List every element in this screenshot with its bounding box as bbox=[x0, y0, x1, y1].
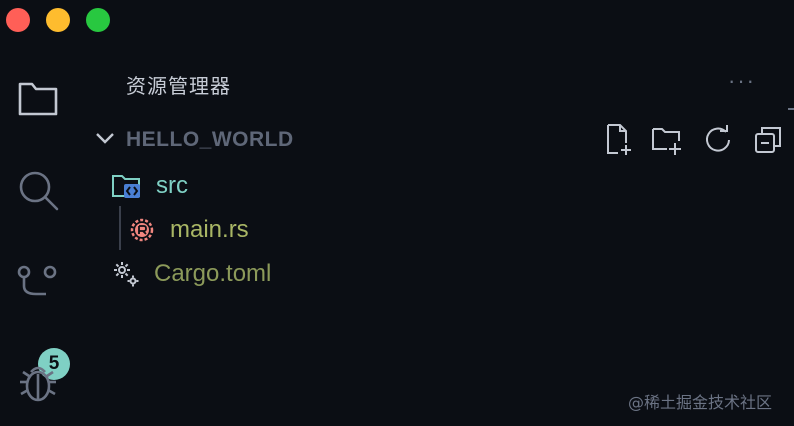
tree-item-src[interactable]: src bbox=[112, 168, 188, 204]
watermark: @稀土掘金技术社区 bbox=[628, 393, 773, 412]
folder-icon bbox=[18, 82, 58, 116]
collapse-all-button[interactable] bbox=[750, 122, 786, 158]
refresh-button[interactable] bbox=[700, 122, 736, 158]
source-control-activity-button[interactable] bbox=[14, 260, 62, 308]
explorer-activity-button[interactable] bbox=[14, 74, 62, 122]
panel-edge-mark bbox=[788, 108, 794, 110]
tree-item-label: src bbox=[156, 172, 188, 199]
workspace-section-header[interactable]: HELLO_WORLD bbox=[94, 124, 294, 156]
window-controls bbox=[6, 8, 110, 32]
chevron-down-icon bbox=[94, 130, 116, 151]
more-actions-button[interactable]: ··· bbox=[728, 68, 756, 94]
indent-guide bbox=[119, 206, 121, 250]
search-activity-button[interactable] bbox=[14, 166, 62, 214]
new-folder-icon bbox=[652, 128, 681, 155]
close-window-button[interactable] bbox=[6, 8, 30, 32]
tree-item-label: Cargo.toml bbox=[154, 260, 272, 287]
tree-item-main-rs[interactable]: main.rs bbox=[128, 212, 249, 248]
workspace-title: HELLO_WORLD bbox=[126, 128, 294, 151]
explorer-toolbar bbox=[600, 122, 786, 158]
tree-item-label: main.rs bbox=[170, 216, 249, 243]
bug-icon bbox=[20, 366, 56, 402]
src-folder-icon bbox=[112, 175, 140, 198]
minimize-window-button[interactable] bbox=[46, 8, 70, 32]
activity-bar: 5 bbox=[0, 60, 78, 426]
search-icon bbox=[19, 171, 59, 211]
rust-file-icon bbox=[130, 218, 154, 242]
new-file-button[interactable] bbox=[600, 122, 636, 158]
collapse-all-icon bbox=[755, 127, 781, 153]
tree-item-cargo-toml[interactable]: Cargo.toml bbox=[112, 256, 271, 292]
new-folder-button[interactable] bbox=[650, 122, 686, 158]
explorer-title: 资源管理器 bbox=[126, 76, 231, 98]
refresh-icon bbox=[706, 125, 730, 152]
gear-icon bbox=[114, 262, 139, 287]
debug-activity-button[interactable] bbox=[14, 358, 62, 406]
source-control-icon bbox=[17, 265, 57, 296]
zoom-window-button[interactable] bbox=[86, 8, 110, 32]
new-file-icon bbox=[607, 124, 631, 155]
